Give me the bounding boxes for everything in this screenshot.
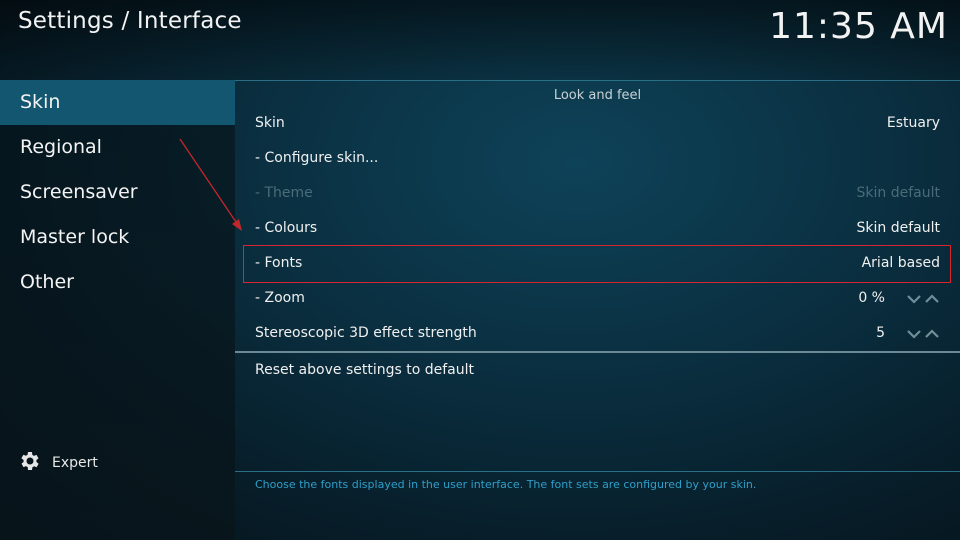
setting-value: Skin default	[856, 220, 940, 236]
sidebar-item-regional[interactable]: Regional	[0, 125, 235, 170]
clock: 11:35 AM	[769, 6, 948, 47]
settings-panel: Look and feel Skin Estuary - Configure s…	[235, 80, 960, 540]
setting-label: Skin	[255, 115, 285, 131]
sidebar-item-other[interactable]: Other	[0, 260, 235, 305]
setting-stereoscopic-strength[interactable]: Stereoscopic 3D effect strength 5	[235, 316, 960, 351]
setting-theme: - Theme Skin default	[235, 176, 960, 211]
setting-label: - Theme	[255, 185, 313, 201]
setting-label: Stereoscopic 3D effect strength	[255, 325, 477, 341]
sidebar-item-master-lock[interactable]: Master lock	[0, 215, 235, 260]
chevron-down-icon[interactable]	[906, 293, 922, 305]
setting-configure-skin[interactable]: - Configure skin...	[235, 141, 960, 176]
setting-value: Estuary	[886, 115, 940, 131]
setting-description: Choose the fonts displayed in the user i…	[255, 478, 757, 491]
chevron-up-icon[interactable]	[924, 293, 940, 305]
sidebar-item-skin[interactable]: Skin	[0, 80, 235, 125]
setting-value: Skin default	[856, 185, 940, 201]
reset-settings-button[interactable]: Reset above settings to default	[235, 353, 960, 388]
stereoscopic-spinner	[906, 316, 940, 351]
setting-skin[interactable]: Skin Estuary	[235, 106, 960, 141]
gear-icon	[18, 449, 42, 477]
setting-colours[interactable]: - Colours Skin default	[235, 211, 960, 246]
setting-label: - Fonts	[255, 255, 303, 271]
setting-value: 5	[876, 325, 885, 341]
sidebar-item-screensaver[interactable]: Screensaver	[0, 170, 235, 215]
chevron-down-icon[interactable]	[906, 328, 922, 340]
page-title: Settings / Interface	[18, 8, 242, 34]
sidebar: Skin Regional Screensaver Master lock Ot…	[0, 80, 235, 540]
hint-divider	[235, 471, 960, 472]
setting-label: - Zoom	[255, 290, 305, 306]
setting-fonts[interactable]: - Fonts Arial based	[235, 246, 960, 281]
reset-label: Reset above settings to default	[255, 362, 474, 378]
section-title: Look and feel	[553, 88, 642, 103]
setting-label: - Configure skin...	[255, 150, 379, 166]
expert-level-button[interactable]: Expert	[18, 450, 98, 476]
zoom-spinner	[906, 281, 940, 316]
setting-label: - Colours	[255, 220, 318, 236]
setting-value: Arial based	[861, 255, 940, 271]
setting-value: 0 %	[858, 290, 885, 306]
setting-zoom[interactable]: - Zoom 0 %	[235, 281, 960, 316]
chevron-up-icon[interactable]	[924, 328, 940, 340]
header-bar: Settings / Interface 11:35 AM	[0, 0, 960, 80]
panel-top-divider	[235, 80, 960, 81]
expert-label: Expert	[52, 455, 98, 471]
